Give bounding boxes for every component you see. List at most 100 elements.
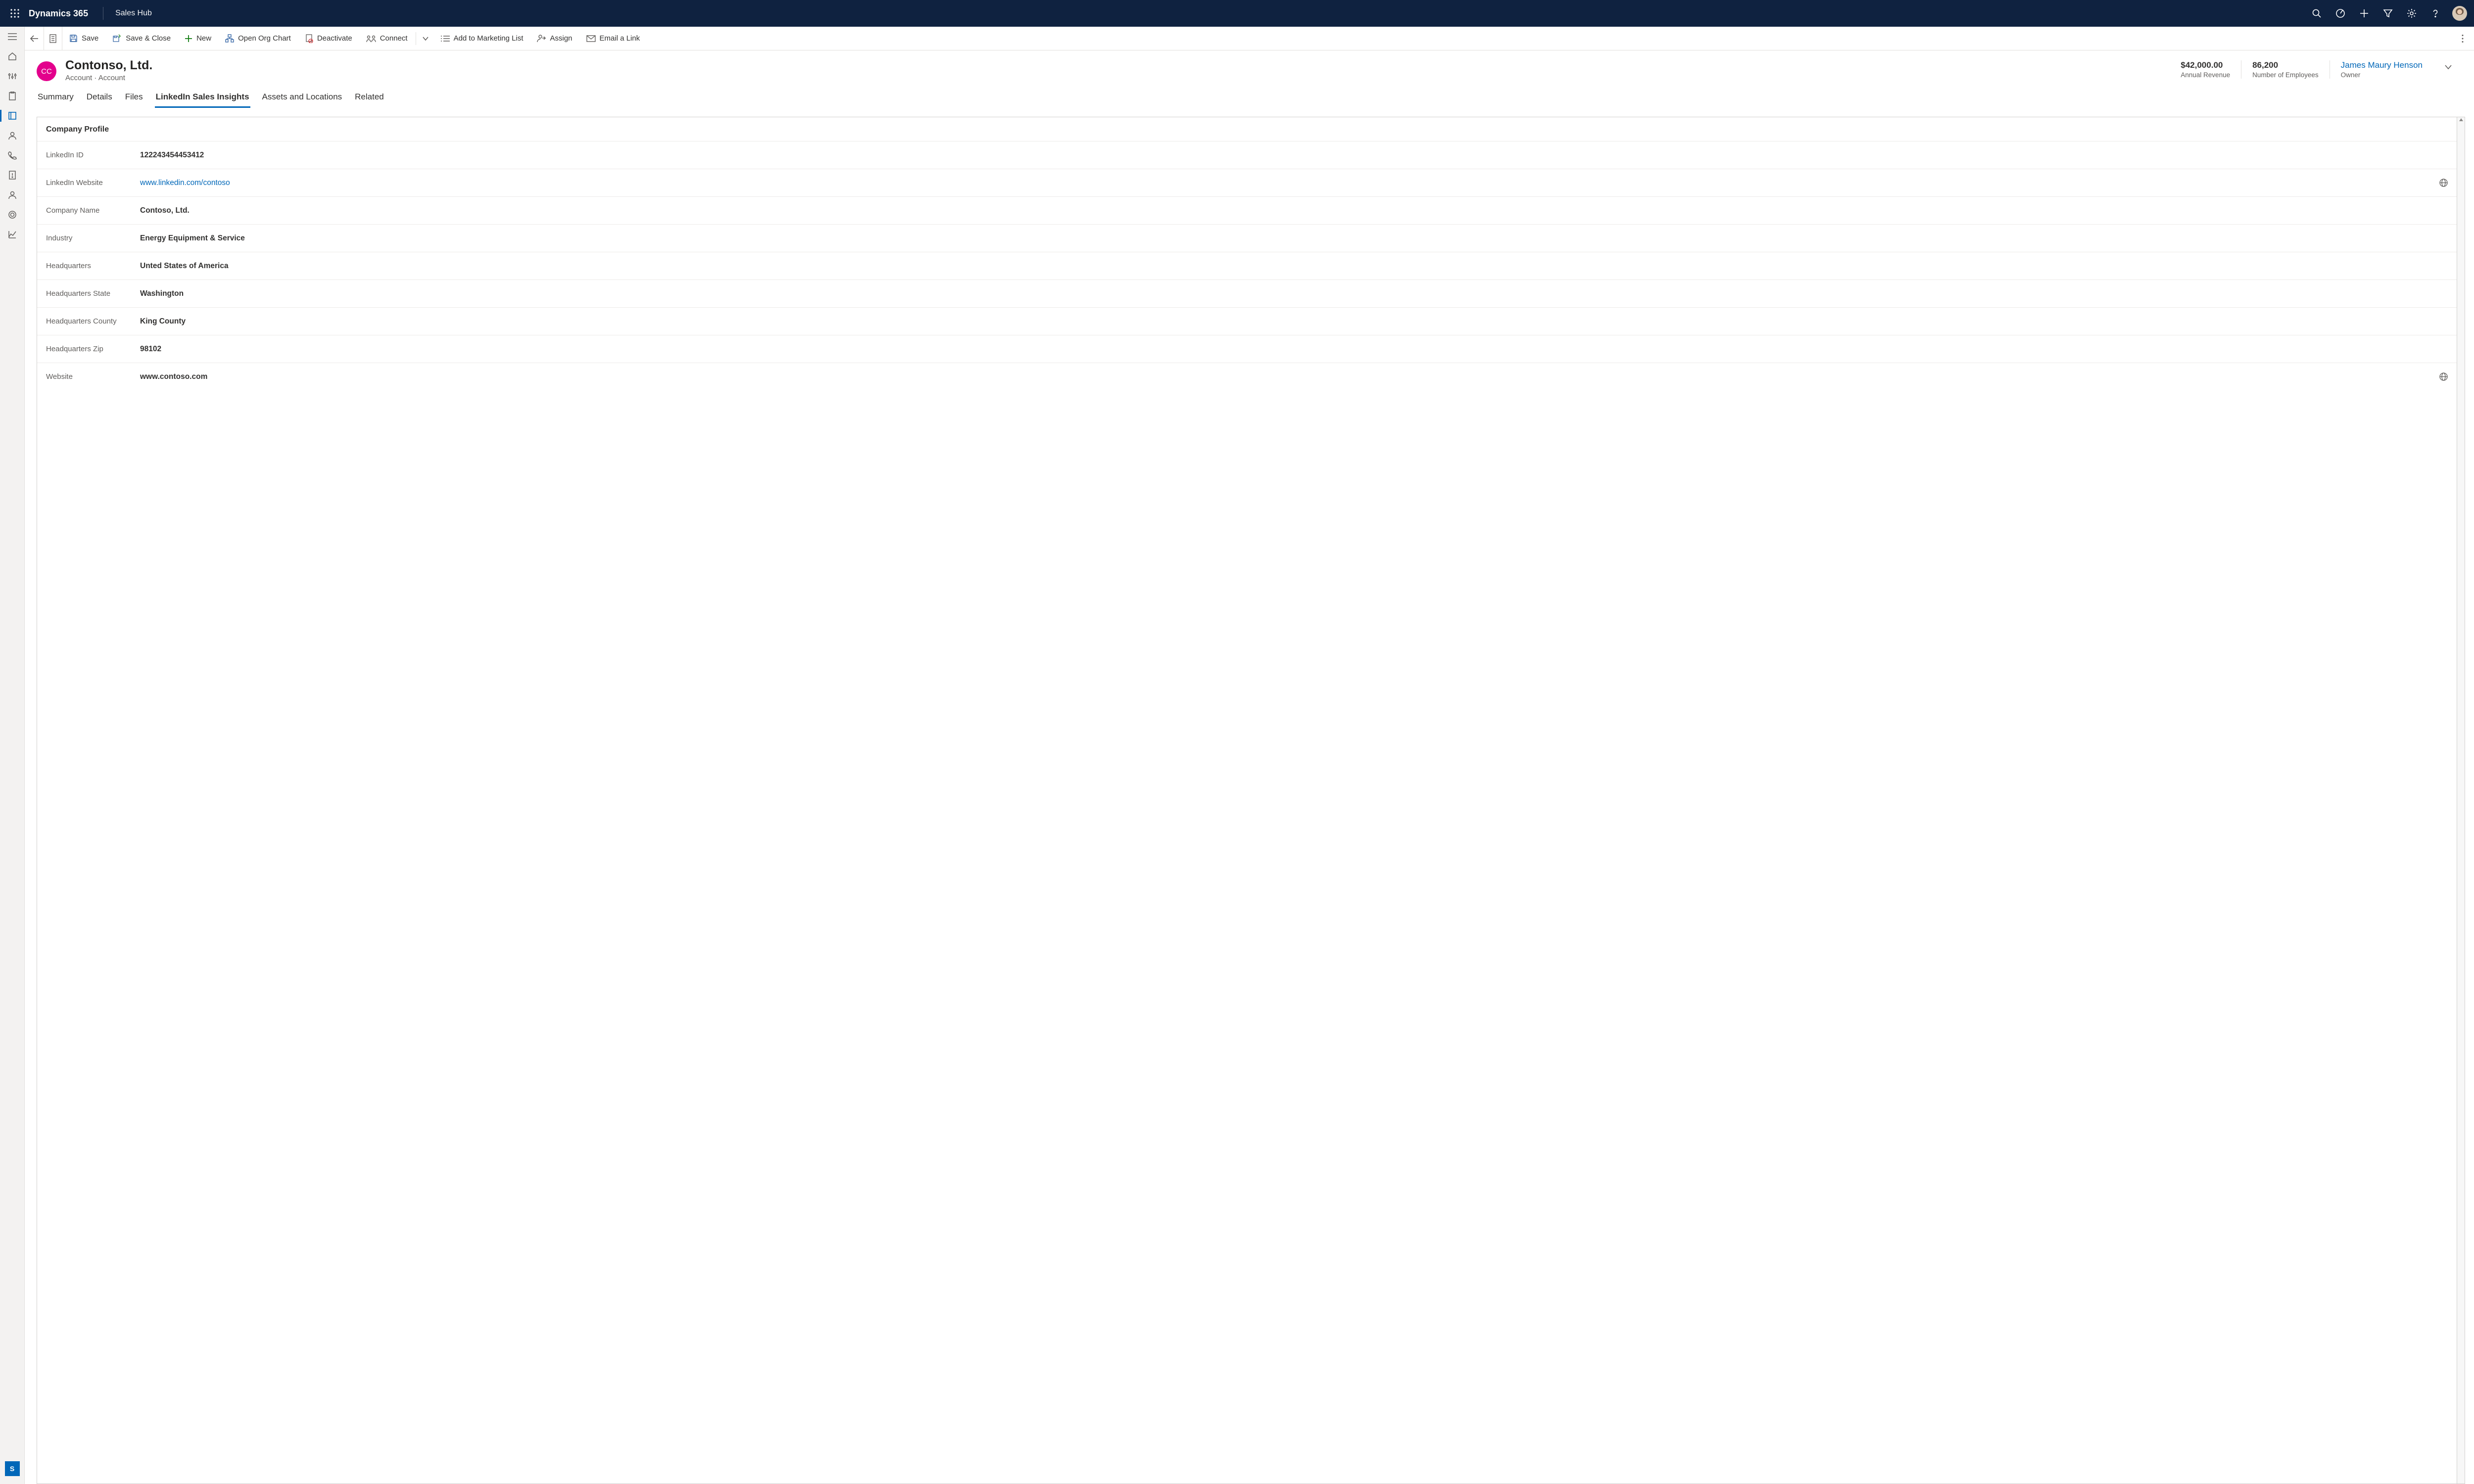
person-icon: [8, 131, 17, 140]
org-chart-icon: [225, 34, 234, 43]
funnel-icon: [2383, 8, 2393, 18]
globe-icon[interactable]: [2439, 179, 2448, 187]
back-button[interactable]: [25, 27, 44, 50]
quick-create-button[interactable]: [2352, 0, 2376, 27]
field-label: Industry: [46, 234, 140, 242]
field-row[interactable]: Industry Energy Equipment & Service: [37, 224, 2457, 252]
deactivate-label: Deactivate: [317, 34, 352, 43]
email-link-button[interactable]: Email a Link: [579, 27, 647, 50]
nav-calls[interactable]: [0, 145, 24, 165]
new-label: New: [196, 34, 211, 43]
compass-icon: [2335, 8, 2345, 18]
field-label: Company Name: [46, 206, 140, 215]
brand-label[interactable]: Dynamics 365: [26, 8, 95, 19]
stat-revenue-label: Annual Revenue: [2181, 71, 2230, 79]
field-row[interactable]: LinkedIn ID 122243454453412: [37, 141, 2457, 169]
tab-files[interactable]: Files: [124, 89, 144, 108]
form-selector-button[interactable]: [44, 27, 62, 50]
stat-owner-value[interactable]: James Maury Henson: [2341, 60, 2423, 70]
record-header: CC Contonso, Ltd. Account · Account $42,…: [25, 50, 2474, 82]
deactivate-button[interactable]: Deactivate: [298, 27, 359, 50]
more-vertical-icon: [2461, 34, 2464, 43]
area-switcher[interactable]: S: [5, 1461, 20, 1476]
header-expand-button[interactable]: [2433, 58, 2454, 70]
tab-summary[interactable]: Summary: [37, 89, 75, 108]
connect-button[interactable]: Connect: [359, 27, 415, 50]
search-button[interactable]: [2305, 0, 2329, 27]
nav-toggle-button[interactable]: [0, 27, 24, 46]
save-close-icon: [112, 34, 122, 43]
field-row[interactable]: LinkedIn Website www.linkedin.com/contos…: [37, 169, 2457, 196]
site-nav-rail: S: [0, 27, 25, 1484]
new-button[interactable]: New: [178, 27, 218, 50]
field-row[interactable]: Website www.contoso.com: [37, 363, 2457, 390]
stat-employees-label: Number of Employees: [2252, 71, 2319, 79]
connect-icon: [366, 35, 376, 43]
assign-button[interactable]: Assign: [530, 27, 579, 50]
nav-contacts[interactable]: [0, 126, 24, 145]
tab-details[interactable]: Details: [86, 89, 113, 108]
field-row[interactable]: Headquarters Unted States of America: [37, 252, 2457, 279]
advanced-find-button[interactable]: [2376, 0, 2400, 27]
stat-revenue-value: $42,000.00: [2181, 60, 2230, 70]
panel-title: Company Profile: [37, 117, 2457, 141]
field-value: 122243454453412: [140, 151, 2448, 160]
stat-employees-value: 86,200: [2252, 60, 2319, 70]
chevron-down-icon: [2444, 64, 2452, 70]
connect-dropdown-button[interactable]: [417, 27, 434, 50]
stat-owner-label: Owner: [2341, 71, 2423, 79]
field-value-link[interactable]: www.linkedin.com/contoso: [140, 179, 2439, 187]
app-launcher-button[interactable]: [4, 0, 26, 27]
field-row[interactable]: Headquarters County King County: [37, 307, 2457, 335]
connect-label: Connect: [380, 34, 408, 43]
nav-analytics[interactable]: [0, 225, 24, 244]
user-avatar[interactable]: [2452, 6, 2467, 21]
field-value: King County: [140, 317, 2448, 326]
nav-accounts[interactable]: [0, 106, 24, 126]
field-row[interactable]: Company Name Contoso, Ltd.: [37, 196, 2457, 224]
task-flow-button[interactable]: [2329, 0, 2352, 27]
app-name-label[interactable]: Sales Hub: [108, 9, 152, 18]
record-avatar: CC: [37, 61, 56, 81]
nav-alerts[interactable]: [0, 165, 24, 185]
nav-goals[interactable]: [0, 205, 24, 225]
nav-recent[interactable]: [0, 66, 24, 86]
plus-icon: [185, 35, 192, 43]
help-icon: [2430, 8, 2440, 18]
chart-icon: [8, 230, 17, 239]
record-subtitle: Account · Account: [65, 74, 152, 82]
save-close-button[interactable]: Save & Close: [105, 27, 178, 50]
company-profile-panel: Company Profile LinkedIn ID 122243454453…: [37, 117, 2457, 1484]
open-org-chart-button[interactable]: Open Org Chart: [218, 27, 298, 50]
tab-related[interactable]: Related: [354, 89, 385, 108]
command-overflow-button[interactable]: [2455, 27, 2470, 50]
record-tabs: Summary Details Files LinkedIn Sales Ins…: [25, 82, 2474, 108]
add-marketing-button[interactable]: Add to Marketing List: [434, 27, 530, 50]
form-icon: [49, 34, 57, 43]
tab-linkedin-sales-insights[interactable]: LinkedIn Sales Insights: [155, 89, 250, 108]
settings-button[interactable]: [2400, 0, 2424, 27]
vertical-scrollbar[interactable]: [2457, 117, 2465, 1484]
help-button[interactable]: [2424, 0, 2447, 27]
person-outline-icon: [8, 190, 17, 199]
gear-icon: [2407, 8, 2417, 18]
chevron-down-icon: [422, 36, 429, 41]
nav-home[interactable]: [0, 46, 24, 66]
save-close-label: Save & Close: [126, 34, 171, 43]
save-button[interactable]: Save: [62, 27, 105, 50]
list-icon: [441, 35, 450, 42]
field-row[interactable]: Headquarters Zip 98102: [37, 335, 2457, 363]
save-icon: [69, 34, 78, 43]
field-label: Headquarters State: [46, 289, 140, 298]
waffle-icon: [10, 9, 19, 18]
field-value: Contoso, Ltd.: [140, 206, 2448, 215]
target-icon: [8, 210, 17, 219]
globe-icon[interactable]: [2439, 372, 2448, 381]
nav-pinned[interactable]: [0, 86, 24, 106]
field-label: Website: [46, 372, 140, 381]
sliders-icon: [8, 72, 17, 81]
header-stats: $42,000.00 Annual Revenue 86,200 Number …: [2181, 60, 2433, 79]
field-row[interactable]: Headquarters State Washington: [37, 279, 2457, 307]
tab-assets-locations[interactable]: Assets and Locations: [261, 89, 343, 108]
nav-people[interactable]: [0, 185, 24, 205]
